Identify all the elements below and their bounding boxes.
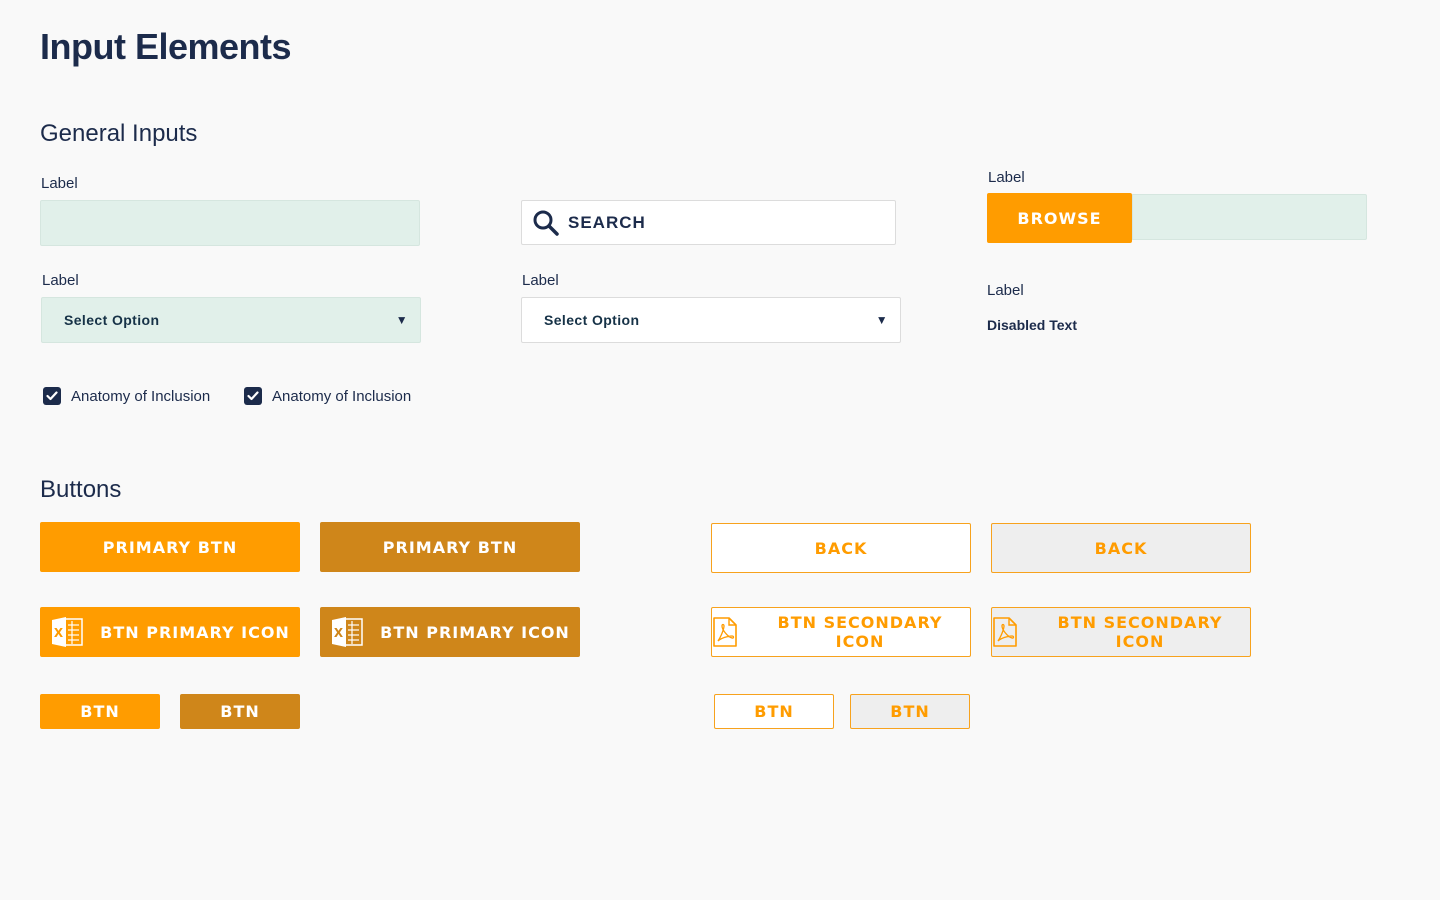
search-input[interactable]: SEARCH: [521, 200, 896, 245]
primary-icon-button-hover[interactable]: X BTN PRIMARY ICON: [320, 607, 580, 657]
browse-label: Label: [988, 169, 1025, 186]
checkbox-label: Anatomy of Inclusion: [272, 387, 412, 405]
button-label: BTN SECONDARY ICON: [1057, 613, 1223, 651]
file-browse-group: BROWSE: [987, 193, 1367, 243]
caret-down-icon: ▼: [395, 313, 408, 327]
button-label: BTN PRIMARY ICON: [100, 622, 290, 642]
primary-button[interactable]: PRIMARY BTN: [40, 522, 300, 572]
secondary-icon-button[interactable]: BTN SECONDARY ICON: [711, 607, 971, 657]
pdf-icon: [992, 617, 1018, 647]
checkbox[interactable]: [43, 387, 61, 405]
excel-icon: X: [330, 616, 364, 648]
select-dropdown-white[interactable]: Select Option ▼: [521, 297, 901, 343]
small-secondary-button-hover[interactable]: BTN: [850, 694, 970, 729]
svg-text:X: X: [334, 626, 344, 640]
secondary-icon-button-hover[interactable]: BTN SECONDARY ICON: [991, 607, 1251, 657]
back-button[interactable]: BACK: [711, 523, 971, 573]
search-icon: [532, 209, 560, 237]
checkbox-item[interactable]: Anatomy of Inclusion: [43, 387, 210, 405]
disabled-field-label: Label: [987, 282, 1024, 299]
excel-icon: X: [50, 616, 84, 648]
disabled-text: Disabled Text: [987, 317, 1077, 333]
primary-button-hover[interactable]: PRIMARY BTN: [320, 522, 580, 572]
file-path-field[interactable]: [1132, 194, 1367, 240]
button-label: BTN SECONDARY ICON: [777, 613, 943, 651]
pdf-icon: [712, 617, 738, 647]
checkmark-icon: [46, 391, 58, 401]
buttons-heading: Buttons: [40, 476, 122, 503]
checkmark-icon: [247, 391, 259, 401]
browse-button[interactable]: BROWSE: [987, 193, 1132, 243]
small-primary-button[interactable]: BTN: [40, 694, 160, 729]
checkbox-label: Anatomy of Inclusion: [71, 387, 211, 405]
page-title: Input Elements: [40, 26, 292, 67]
svg-text:X: X: [54, 626, 64, 640]
caret-down-icon: ▼: [875, 313, 888, 327]
text-field[interactable]: [40, 200, 420, 246]
search-placeholder: SEARCH: [568, 212, 646, 232]
small-primary-button-hover[interactable]: BTN: [180, 694, 300, 729]
primary-icon-button[interactable]: X BTN PRIMARY ICON: [40, 607, 300, 657]
select-white-label: Label: [522, 272, 559, 289]
general-inputs-heading: General Inputs: [40, 120, 198, 147]
select-mint-label: Label: [42, 272, 79, 289]
select-value: Select Option: [64, 312, 160, 328]
select-value: Select Option: [544, 312, 640, 328]
text-field-label: Label: [41, 175, 78, 192]
button-label: BTN PRIMARY ICON: [380, 622, 570, 642]
select-dropdown-mint[interactable]: Select Option ▼: [41, 297, 421, 343]
back-button-hover[interactable]: BACK: [991, 523, 1251, 573]
checkbox-item[interactable]: Anatomy of Inclusion: [244, 387, 411, 405]
small-secondary-button[interactable]: BTN: [714, 694, 834, 729]
checkbox[interactable]: [244, 387, 262, 405]
